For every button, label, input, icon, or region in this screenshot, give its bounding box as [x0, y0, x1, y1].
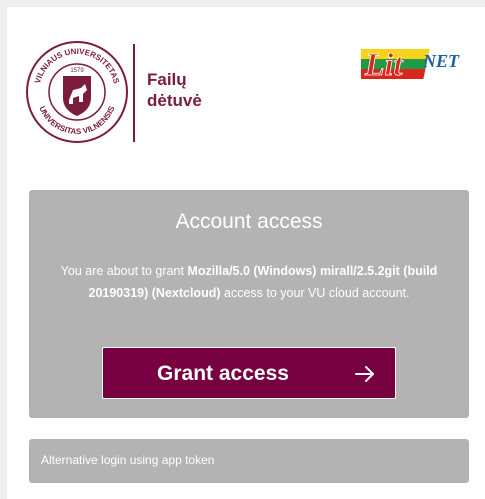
university-seal-logo: VILNIAUS UNIVERSITETAS UNIVERSITAS VILNE…	[26, 41, 128, 143]
grant-access-button[interactable]: Grant access	[102, 347, 396, 399]
arrow-right-icon	[355, 366, 374, 382]
alternative-login-link[interactable]: Alternative login using app token	[29, 439, 469, 483]
card-title: Account access	[175, 210, 323, 233]
svg-text:1579: 1579	[70, 68, 84, 74]
app-brand-name: Failų dėtuvė	[147, 69, 202, 111]
svg-text:Lit: Lit	[364, 46, 403, 81]
account-access-card: Account access You are about to grant Mo…	[29, 190, 469, 418]
litnet-logo: Lit NET	[361, 46, 460, 81]
grant-access-label: Grant access	[157, 362, 289, 385]
brand-line-1: Failų	[147, 70, 187, 89]
description-prefix: You are about to grant	[60, 264, 188, 278]
brand-line-2: dėtuvė	[147, 91, 202, 110]
header-divider	[133, 44, 135, 142]
page: VILNIAUS UNIVERSITETAS UNIVERSITAS VILNE…	[7, 7, 485, 499]
alternative-login-label: Alternative login using app token	[41, 453, 215, 467]
description-suffix: access to your VU cloud account.	[220, 286, 410, 300]
svg-text:NET: NET	[422, 51, 460, 71]
header: VILNIAUS UNIVERSITETAS UNIVERSITAS VILNE…	[7, 7, 485, 167]
grant-description: You are about to grant Mozilla/5.0 (Wind…	[41, 260, 457, 304]
